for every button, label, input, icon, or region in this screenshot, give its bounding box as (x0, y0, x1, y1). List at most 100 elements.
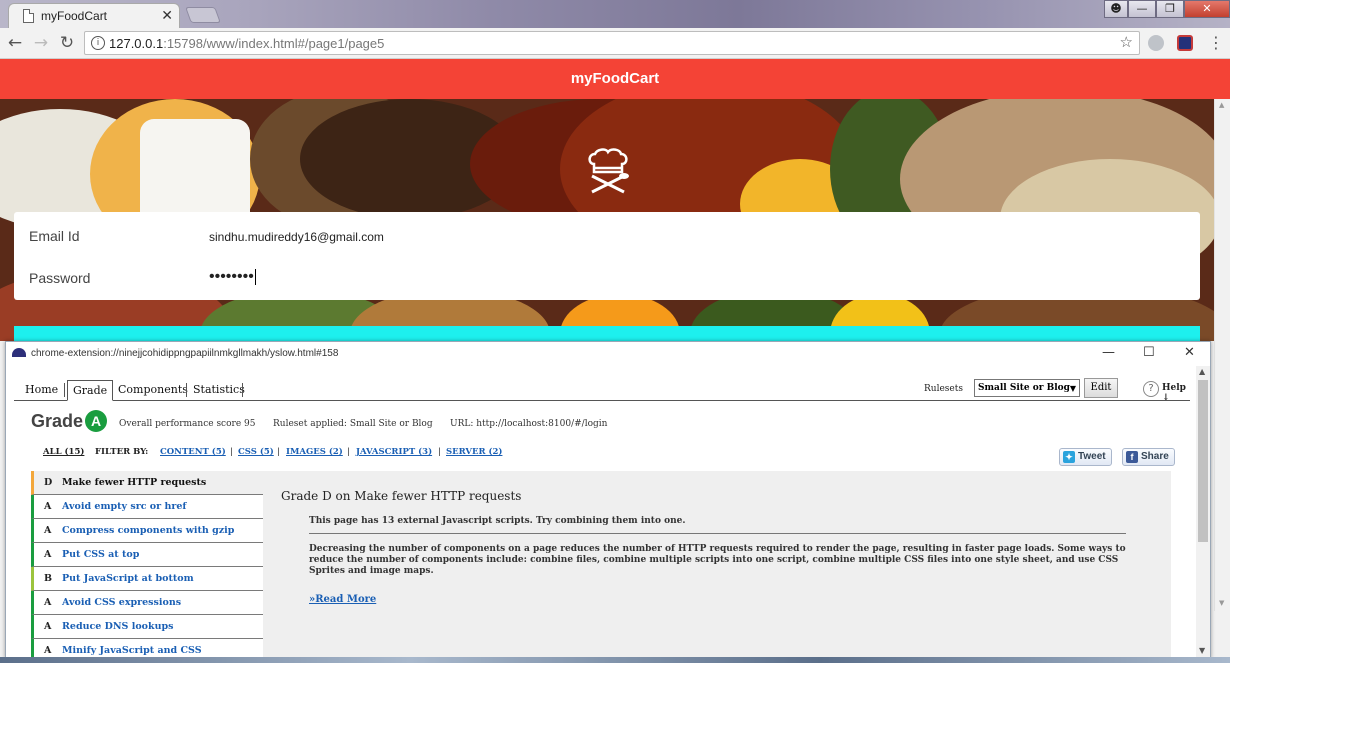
tab-components[interactable]: Components (113, 380, 193, 401)
filter-all[interactable]: ALL (15) (43, 447, 84, 457)
rule-detail: Grade D on Make fewer HTTP requests This… (281, 489, 1141, 605)
share-label: Share (1141, 451, 1169, 462)
app-header: myFoodCart (0, 59, 1230, 99)
filter-server[interactable]: SERVER (2) (446, 447, 502, 457)
scroll-up-icon[interactable]: ▲ (1199, 367, 1205, 376)
rulesets-label: Rulesets (924, 384, 963, 394)
read-more-link[interactable]: »Read More (309, 594, 376, 605)
ruleset-applied: Ruleset applied: Small Site or Blog (273, 419, 433, 429)
back-icon[interactable]: ← (4, 32, 26, 54)
page-scrollbar[interactable]: ▲ ▼ (1214, 99, 1230, 611)
filter-javascript[interactable]: JAVASCRIPT (3) (356, 447, 432, 457)
edit-button[interactable]: Edit (1084, 378, 1118, 398)
rule-title: Avoid CSS expressions (62, 597, 182, 608)
email-label: Email Id (29, 228, 80, 244)
browser-tab[interactable]: myFoodCart ✕ (8, 3, 180, 28)
filter-separator: | (347, 447, 350, 457)
help-icon[interactable]: ? (1143, 381, 1159, 397)
restore-button[interactable]: ❐ (1156, 0, 1184, 18)
rule-detail-description: Decreasing the number of components on a… (309, 544, 1126, 576)
rule-title: Compress components with gzip (62, 525, 235, 536)
new-tab-button[interactable] (185, 7, 221, 23)
profile-icon[interactable]: ☻ (1104, 0, 1128, 18)
password-value: •••••••• (209, 268, 254, 285)
tab-home[interactable]: Home (20, 380, 63, 401)
filter-separator: | (277, 447, 280, 457)
rule-grade: D (44, 477, 53, 488)
tweet-label: Tweet (1078, 451, 1106, 462)
email-field[interactable]: sindhu.mudireddy16@gmail.com (209, 230, 384, 244)
close-button[interactable]: ✕ (1184, 0, 1230, 18)
filter-images[interactable]: IMAGES (2) (286, 447, 343, 457)
rule-grade: A (44, 549, 52, 560)
filter-by-label: FILTER BY: (95, 447, 149, 457)
title-bar: myFoodCart ✕ ☻ — ❐ ✕ (0, 0, 1230, 28)
rule-item[interactable]: A Compress components with gzip (31, 519, 263, 543)
submit-bar[interactable] (14, 326, 1200, 342)
tested-url: URL: http://localhost:8100/#/login (450, 419, 608, 429)
minimize-icon[interactable]: — (1102, 345, 1115, 360)
password-label: Password (29, 270, 91, 286)
maximize-icon[interactable]: ☐ (1143, 345, 1155, 360)
scroll-down-icon[interactable]: ▼ (1199, 646, 1205, 655)
tab-statistics[interactable]: Statistics (188, 380, 250, 401)
rule-title: Minify JavaScript and CSS (62, 645, 202, 656)
rule-item[interactable]: A Reduce DNS lookups (31, 615, 263, 639)
extension-icon[interactable] (1148, 35, 1164, 51)
rule-item[interactable]: D Make fewer HTTP requests (31, 471, 263, 495)
extension-icon[interactable] (1177, 35, 1193, 51)
info-icon[interactable]: i (91, 36, 105, 50)
url-text[interactable]: 127.0.0.1:15798/www/index.html#/page1/pa… (109, 36, 384, 51)
tab-separator (64, 383, 65, 397)
window-controls: ☻ — ❐ ✕ (1104, 0, 1230, 18)
address-bar[interactable]: i 127.0.0.1:15798/www/index.html#/page1/… (84, 31, 1140, 55)
minimize-button[interactable]: — (1128, 0, 1156, 18)
forward-icon[interactable]: → (30, 32, 52, 54)
rule-item[interactable]: A Avoid empty src or href (31, 495, 263, 519)
rule-item[interactable]: B Put JavaScript at bottom (31, 567, 263, 591)
filter-separator: | (230, 447, 233, 457)
dropdown-arrow-icon: ▼ (1069, 383, 1076, 393)
tweet-button[interactable]: ✦ Tweet (1059, 448, 1112, 466)
divider (309, 533, 1126, 534)
help-link[interactable]: Help ↓ (1162, 383, 1190, 403)
close-icon[interactable]: ✕ (1184, 345, 1195, 360)
scroll-thumb[interactable] (1198, 380, 1208, 542)
tab-grade[interactable]: Grade (67, 380, 114, 401)
rule-item[interactable]: A Avoid CSS expressions (31, 591, 263, 615)
facebook-icon: f (1126, 451, 1138, 463)
rule-title: Reduce DNS lookups (62, 621, 174, 632)
filter-content[interactable]: CONTENT (5) (160, 447, 226, 457)
scroll-down-icon[interactable]: ▼ (1219, 599, 1224, 607)
yslow-scrollbar[interactable]: ▲ ▼ (1196, 366, 1210, 658)
text-caret (254, 268, 256, 285)
rule-title: Put CSS at top (62, 549, 140, 560)
rule-item[interactable]: A Minify JavaScript and CSS (31, 639, 263, 658)
rule-grade: A (44, 525, 52, 536)
filter-css[interactable]: CSS (5) (238, 447, 274, 457)
scroll-up-icon[interactable]: ▲ (1219, 101, 1224, 109)
rule-grade: A (44, 621, 52, 632)
password-field[interactable]: •••••••• (209, 268, 256, 286)
menu-icon[interactable]: ⋮ (1208, 33, 1224, 52)
rule-item[interactable]: A Put CSS at top (31, 543, 263, 567)
reload-icon[interactable]: ↻ (56, 32, 78, 54)
share-button[interactable]: f Share (1122, 448, 1175, 466)
ruleset-selected: Small Site or Blog (978, 383, 1070, 393)
rule-grade: A (44, 645, 52, 656)
url-path: :15798/www/index.html#/page1/page5 (163, 36, 385, 51)
window-bottom-edge (0, 657, 1230, 663)
yslow-window-url: chrome-extension://ninejjcohidippngpapii… (31, 348, 339, 359)
ruleset-select[interactable]: Small Site or Blog ▼ (974, 379, 1080, 397)
document-icon (23, 9, 34, 23)
filter-separator: | (438, 447, 441, 457)
star-icon[interactable]: ☆ (1120, 33, 1133, 51)
tab-title: myFoodCart (41, 9, 108, 23)
grade-badge: A (85, 410, 107, 432)
tab-separator (242, 383, 243, 397)
tab-close-icon[interactable]: ✕ (161, 7, 173, 24)
yslow-title-bar: chrome-extension://ninejjcohidippngpapii… (6, 342, 1210, 366)
chef-hat-icon (588, 148, 629, 194)
grade-summary: Grade A Overall performance score 95 Rul… (31, 408, 1181, 436)
yslow-tab-bar: Home Grade Components Statistics Ruleset… (14, 378, 1190, 403)
